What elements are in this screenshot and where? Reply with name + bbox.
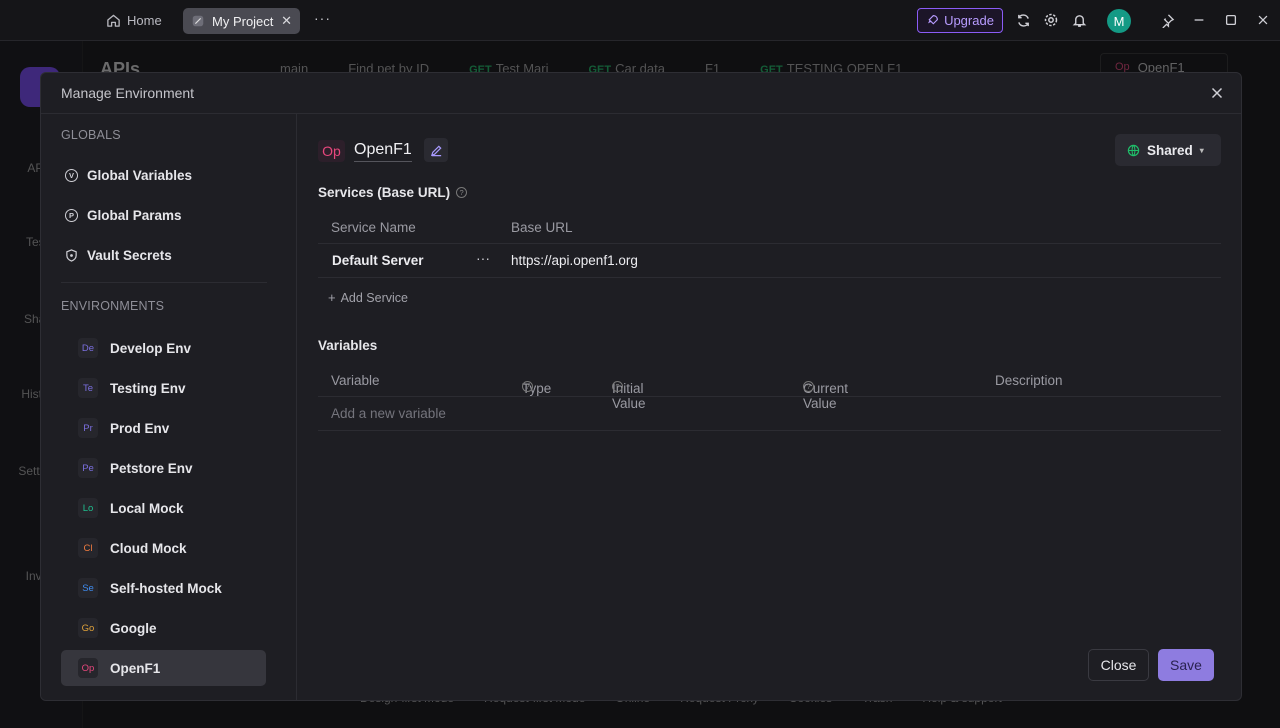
env-badge: Lo: [78, 498, 98, 518]
env-item-openf1[interactable]: Op OpenF1: [61, 650, 266, 686]
close-dialog-icon[interactable]: [1209, 85, 1225, 101]
close-tab-icon[interactable]: ✕: [281, 13, 292, 29]
upgrade-label: Upgrade: [944, 13, 994, 28]
divider: [61, 282, 267, 283]
env-badge: Se: [78, 578, 98, 598]
vault-secrets-label: Vault Secrets: [87, 247, 172, 263]
visibility-label: Shared: [1147, 142, 1193, 158]
upgrade-button[interactable]: Upgrade: [917, 8, 1003, 33]
manage-environment-dialog: Manage Environment GLOBALS V Global Vari…: [40, 72, 1242, 701]
user-avatar[interactable]: M: [1107, 9, 1131, 33]
home-tab[interactable]: Home: [106, 10, 162, 31]
project-tab-label: My Project: [212, 13, 274, 29]
variables-table: Variable Type? Initial Value? Current Va…: [318, 365, 1221, 431]
env-badge: Te: [78, 378, 98, 398]
global-params-label: Global Params: [87, 207, 182, 223]
env-item-label: Develop Env: [110, 340, 192, 356]
col-service-name: Service Name: [331, 220, 416, 235]
variables-header-row: Variable Type? Initial Value? Current Va…: [318, 365, 1221, 411]
help-icon[interactable]: ?: [522, 381, 533, 392]
home-label: Home: [127, 13, 162, 28]
close-window-icon[interactable]: [1255, 12, 1271, 28]
env-badge: Pe: [78, 458, 98, 478]
environment-detail: Op OpenF1 Shared ▾ Services (Base URL) ?…: [298, 114, 1241, 700]
env-item-label: Prod Env: [110, 420, 170, 436]
project-icon: [192, 15, 204, 27]
environment-sidebar: GLOBALS V Global Variables P Global Para…: [41, 114, 297, 700]
project-tab[interactable]: My Project ✕: [183, 8, 300, 34]
env-item-testing[interactable]: Te Testing Env: [61, 370, 266, 406]
chevron-down-icon: ▾: [1199, 145, 1204, 155]
pencil-icon: [430, 144, 442, 156]
maximize-icon[interactable]: [1223, 12, 1239, 28]
more-icon[interactable]: ···: [314, 10, 331, 26]
help-icon[interactable]: ?: [612, 381, 623, 392]
env-badge: Cl: [78, 538, 98, 558]
service-name: Default Server: [332, 253, 424, 268]
pin-icon[interactable]: [1159, 12, 1175, 28]
add-service-button[interactable]: + Add Service: [328, 290, 408, 305]
col-base-url: Base URL: [511, 220, 573, 235]
env-item-label: Petstore Env: [110, 460, 193, 476]
env-item-label: Cloud Mock: [110, 540, 187, 556]
env-head-badge: Op: [318, 140, 345, 162]
env-item-develop[interactable]: De Develop Env: [61, 330, 266, 366]
bell-icon[interactable]: [1071, 12, 1087, 28]
global-variables-label: Global Variables: [87, 167, 193, 183]
env-item-label: Local Mock: [110, 500, 184, 516]
visibility-dropdown[interactable]: Shared ▾: [1115, 134, 1221, 166]
global-params-item[interactable]: P Global Params: [65, 204, 182, 226]
rocket-icon: [928, 15, 939, 25]
add-variable-placeholder[interactable]: Add a new variable: [331, 406, 446, 421]
services-table: Service Name Base URL Default Server ···…: [318, 212, 1221, 278]
env-badge: Op: [78, 658, 98, 678]
home-icon: [107, 14, 120, 27]
services-heading: Services (Base URL) ?: [318, 185, 468, 200]
help-icon[interactable]: ?: [803, 381, 814, 392]
more-options-icon[interactable]: ···: [476, 250, 490, 266]
env-badge: Pr: [78, 418, 98, 438]
help-icon[interactable]: ?: [456, 187, 468, 198]
env-item-label: OpenF1: [110, 660, 161, 676]
globals-heading: GLOBALS: [61, 128, 121, 142]
env-item-label: Testing Env: [110, 380, 186, 396]
env-item-petstore[interactable]: Pe Petstore Env: [61, 450, 266, 486]
env-item-label: Google: [110, 620, 157, 636]
globe-icon: [1127, 144, 1140, 156]
service-row[interactable]: Default Server ··· https://api.openf1.or…: [318, 244, 1221, 278]
save-button[interactable]: Save: [1158, 649, 1214, 681]
env-item-prod[interactable]: Pr Prod Env: [61, 410, 266, 446]
edit-name-button[interactable]: [424, 138, 448, 162]
env-badge: Go: [78, 618, 98, 638]
sync-icon[interactable]: [1015, 12, 1031, 28]
param-icon: P: [65, 208, 78, 222]
vault-secrets-item[interactable]: Vault Secrets: [65, 244, 172, 266]
title-bar: Home My Project ✕ ··· Upgrade M: [0, 0, 1280, 41]
dialog-title: Manage Environment: [61, 85, 195, 101]
minimize-icon[interactable]: [1191, 12, 1207, 28]
env-item-self-hosted-mock[interactable]: Se Self-hosted Mock: [61, 570, 266, 606]
add-service-label: Add Service: [340, 290, 408, 305]
services-header-row: Service Name Base URL: [318, 212, 1221, 244]
plus-icon: +: [328, 290, 336, 305]
env-item-google[interactable]: Go Google: [61, 610, 266, 646]
global-variables-item[interactable]: V Global Variables: [65, 164, 192, 186]
col-variable: Variable: [331, 373, 380, 388]
add-variable-row[interactable]: Add a new variable: [318, 397, 1221, 431]
env-item-label: Self-hosted Mock: [110, 580, 222, 596]
environments-heading: ENVIRONMENTS: [61, 299, 165, 313]
settings-gear-icon[interactable]: [1043, 12, 1059, 28]
env-name-field[interactable]: OpenF1: [354, 141, 412, 162]
env-item-cloud-mock[interactable]: Cl Cloud Mock: [61, 530, 266, 566]
vault-shield-icon: [66, 248, 77, 262]
service-url[interactable]: https://api.openf1.org: [511, 253, 638, 268]
env-item-local-mock[interactable]: Lo Local Mock: [61, 490, 266, 526]
col-description: Description: [995, 373, 1063, 388]
close-button[interactable]: Close: [1088, 649, 1149, 681]
dialog-header: Manage Environment: [41, 73, 1241, 114]
env-badge: De: [78, 338, 98, 358]
variable-icon: V: [65, 168, 78, 182]
variables-heading: Variables: [318, 338, 378, 353]
